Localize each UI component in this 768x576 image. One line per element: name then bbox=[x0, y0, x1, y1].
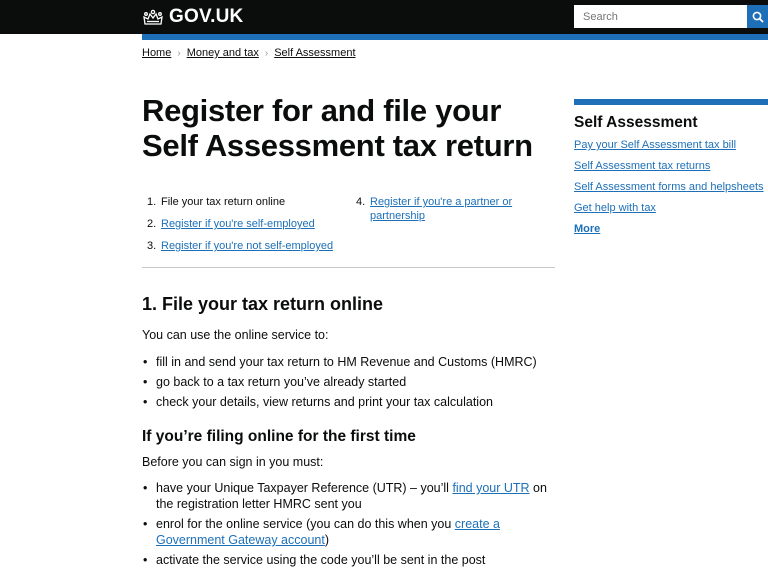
find-utr-link[interactable]: find your UTR bbox=[452, 481, 529, 495]
related-sidebar: Self Assessment Pay your Self Assessment… bbox=[574, 99, 768, 243]
govuk-logo-link[interactable]: GOV.UK bbox=[142, 6, 243, 28]
search-form bbox=[574, 5, 768, 28]
contents-link-partner[interactable]: Register if you're a partner or partners… bbox=[370, 195, 516, 223]
contents-item: 1. File your tax return online bbox=[147, 196, 286, 208]
page-title: Register for and file your Self Assessme… bbox=[142, 93, 533, 163]
sidebar-more-link[interactable]: More bbox=[574, 222, 768, 236]
contents-item: 4. Register if you're a partner or partn… bbox=[356, 195, 516, 223]
subsection-intro: Before you can sign in you must: bbox=[142, 455, 324, 469]
search-button[interactable] bbox=[747, 5, 768, 28]
crown-icon bbox=[143, 9, 163, 25]
list-item: have your Unique Taxpayer Reference (UTR… bbox=[142, 480, 560, 512]
sidebar-accent-bar bbox=[574, 99, 768, 105]
header-accent-bar bbox=[142, 34, 768, 40]
chevron-right-icon: › bbox=[264, 47, 269, 59]
breadcrumb-self-assessment[interactable]: Self Assessment bbox=[274, 47, 355, 59]
list-item: check your details, view returns and pri… bbox=[142, 394, 560, 410]
sidebar-link-forms[interactable]: Self Assessment forms and helpsheets bbox=[574, 180, 768, 194]
section-heading: 1. File your tax return online bbox=[142, 294, 384, 314]
contents-item: 3. Register if you're not self-employed bbox=[147, 239, 334, 253]
site-header: GOV.UK bbox=[0, 0, 768, 34]
list-item: enrol for the online service (you can do… bbox=[142, 516, 560, 548]
contents-link-not-self-employed[interactable]: Register if you're not self-employed bbox=[161, 239, 333, 253]
sidebar-link-tax-returns[interactable]: Self Assessment tax returns bbox=[574, 159, 768, 173]
list-item: fill in and send your tax return to HM R… bbox=[142, 354, 560, 370]
contents-link-self-employed[interactable]: Register if you're self-employed bbox=[161, 217, 315, 231]
section-intro: You can use the online service to: bbox=[142, 328, 329, 342]
search-input[interactable] bbox=[574, 5, 747, 28]
section-divider bbox=[142, 267, 555, 268]
logo-text: GOV.UK bbox=[169, 6, 244, 27]
breadcrumb: Home › Money and tax › Self Assessment bbox=[142, 47, 356, 59]
breadcrumb-money-and-tax[interactable]: Money and tax bbox=[187, 47, 259, 59]
breadcrumb-home[interactable]: Home bbox=[142, 47, 171, 59]
bullet-list: have your Unique Taxpayer Reference (UTR… bbox=[142, 480, 560, 572]
search-icon bbox=[752, 11, 764, 23]
sidebar-link-pay-bill[interactable]: Pay your Self Assessment tax bill bbox=[574, 138, 768, 152]
contents-item: 2. Register if you're self-employed bbox=[147, 217, 315, 231]
sidebar-link-help[interactable]: Get help with tax bbox=[574, 201, 768, 215]
sidebar-heading: Self Assessment bbox=[574, 114, 698, 131]
contents-current: File your tax return online bbox=[161, 196, 286, 208]
list-item: go back to a tax return you’ve already s… bbox=[142, 374, 560, 390]
subsection-heading: If you’re filing online for the first ti… bbox=[142, 428, 416, 445]
bullet-list: fill in and send your tax return to HM R… bbox=[142, 354, 560, 414]
chevron-right-icon: › bbox=[177, 47, 181, 59]
list-item: activate the service using the code you’… bbox=[142, 552, 560, 568]
